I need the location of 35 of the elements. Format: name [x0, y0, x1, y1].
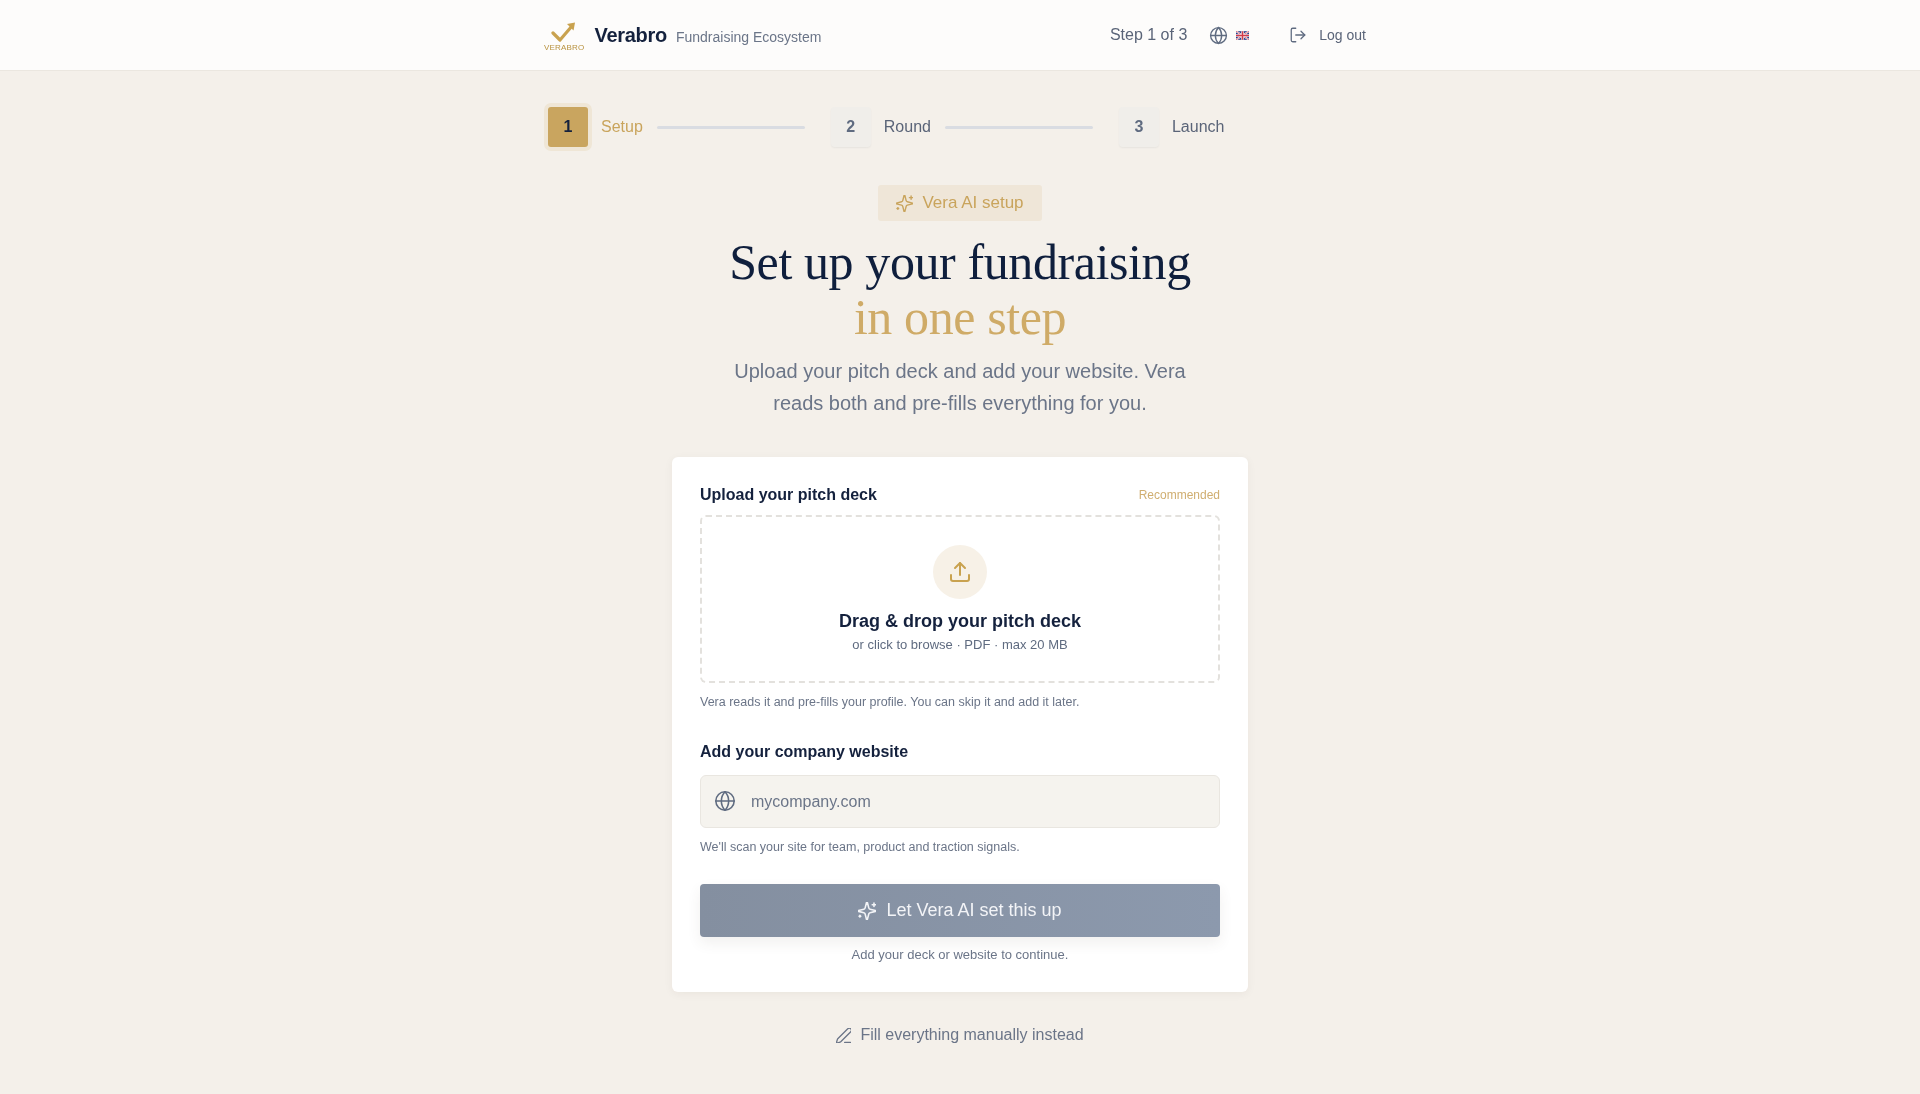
upload-dropzone[interactable]: Drag & drop your pitch deck or click to browse · PDF · max 20 MB [700, 515, 1220, 683]
manual-fill-link[interactable]: Fill everything manually instead [836, 1024, 1084, 1046]
page-subtitle: Upload your pitch deck and add your website. Vera reads both and pre-fills everything for you. [733, 359, 1187, 416]
pencil-icon [836, 1027, 852, 1043]
upload-icon [933, 545, 987, 599]
logout-button[interactable]: Log out [1279, 20, 1376, 50]
flag-icon [1236, 30, 1250, 40]
step-label: Setup [601, 118, 643, 136]
checkmark-arrow-logo-icon [551, 22, 578, 42]
globe-icon [714, 790, 736, 812]
step-label: Launch [1171, 118, 1225, 136]
step-number: 2 [830, 107, 871, 147]
step-number: 3 [1118, 107, 1159, 147]
step-indicator: Step 1 of 3 [1109, 26, 1188, 44]
continue-note: Add your deck or website to continue. [850, 946, 1070, 964]
dropzone-title: Drag & drop your pitch deck [838, 610, 1081, 633]
section-label: Upload your pitch deck [700, 486, 877, 504]
brand-name: Verabro [594, 23, 667, 47]
help-text: Vera reads it and pre-fills your profile. You can skip it and add it later. [700, 694, 1081, 711]
brand-tagline: Fundraising Ecosystem [675, 28, 822, 45]
page-title-accent: in one step [853, 290, 1067, 345]
globe-icon [1209, 25, 1229, 45]
sparkle-icon [896, 194, 914, 212]
dropzone-hint: or click to browse · PDF · max 20 MB [852, 636, 1068, 654]
step-number: 1 [544, 103, 592, 151]
help-text: We'll scan your site for team, product and traction signals. [700, 839, 1021, 856]
website-field[interactable]: mycompany.com [700, 775, 1220, 828]
logo-caption: VERABRO [544, 43, 585, 52]
page-title: Set up your fundraising [729, 235, 1191, 290]
recommended-label: Recommended [1138, 488, 1220, 502]
logout-icon [1289, 26, 1308, 44]
section-label: Add your company website [700, 743, 909, 761]
step-label: Round [883, 118, 931, 136]
sparkle-icon [858, 901, 877, 920]
badge-label: Vera AI setup [922, 193, 1024, 213]
